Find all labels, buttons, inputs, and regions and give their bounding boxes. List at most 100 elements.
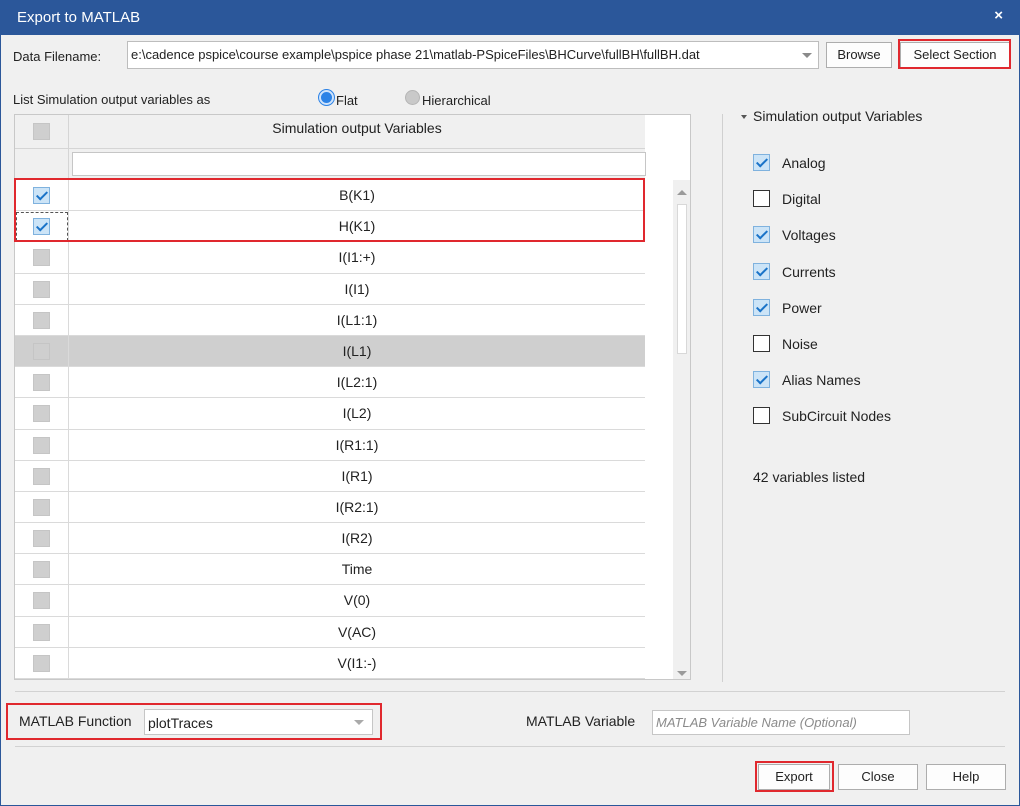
- table-row[interactable]: I(R1:1): [15, 429, 645, 461]
- filters-title: Simulation output Variables: [753, 108, 923, 124]
- table-row[interactable]: V(0): [15, 585, 645, 617]
- variable-name: I(L1): [342, 342, 372, 359]
- filter-option-label: Alias Names: [782, 372, 861, 389]
- variable-name: H(K1): [338, 218, 376, 235]
- collapse-triangle-icon[interactable]: [741, 115, 747, 119]
- divider-top: [15, 691, 1005, 692]
- row-checkbox-cell: [15, 523, 69, 554]
- grid-filter-row: [15, 149, 646, 180]
- filter-checkbox[interactable]: [753, 226, 770, 244]
- variable-name: I(I1:+): [338, 249, 376, 266]
- matlab-variable-input[interactable]: [652, 710, 910, 735]
- filter-checkbox[interactable]: [753, 190, 770, 208]
- matlab-function-combo[interactable]: plotTraces: [144, 709, 373, 735]
- row-checkbox[interactable]: [33, 623, 50, 641]
- row-checkbox-cell: [15, 304, 69, 335]
- filter-checkbox[interactable]: [753, 371, 770, 389]
- filter-checkbox[interactable]: [753, 154, 770, 171]
- row-checkbox[interactable]: [33, 187, 50, 204]
- list-as-label: List Simulation output variables as: [13, 92, 211, 107]
- data-filename-value: e:\cadence pspice\course example\pspice …: [131, 47, 700, 62]
- row-checkbox[interactable]: [33, 654, 50, 672]
- table-row[interactable]: I(L2:1): [15, 367, 645, 399]
- table-row[interactable]: I(L1:1): [15, 304, 645, 336]
- filter-option-label: Voltages: [782, 227, 836, 244]
- table-row[interactable]: I(L1): [15, 335, 645, 368]
- divider-bottom: [15, 746, 1005, 747]
- export-to-matlab-dialog: Export to MATLAB × Data Filename: e:\cad…: [0, 0, 1020, 806]
- table-row[interactable]: I(I1): [15, 273, 645, 305]
- table-row[interactable]: B(K1): [15, 180, 645, 212]
- filter-checkbox[interactable]: [753, 407, 770, 425]
- title-bar: Export to MATLAB ×: [1, 1, 1019, 35]
- filter-checkbox-cell: [15, 149, 69, 180]
- table-row[interactable]: V(AC): [15, 616, 645, 648]
- chevron-down-icon[interactable]: [802, 53, 812, 58]
- row-checkbox[interactable]: [33, 467, 50, 485]
- variables-grid: Simulation output Variables B(K1) H(K1) I(…: [14, 114, 691, 680]
- table-row[interactable]: H(K1): [15, 211, 645, 243]
- table-row[interactable]: I(R2): [15, 523, 645, 555]
- row-checkbox-cell: [15, 211, 69, 242]
- select-all-checkbox[interactable]: [33, 123, 50, 140]
- close-icon[interactable]: ×: [994, 7, 1003, 24]
- row-checkbox[interactable]: [33, 280, 50, 298]
- table-row[interactable]: Time: [15, 554, 645, 586]
- matlab-function-label: MATLAB Function: [19, 713, 132, 729]
- chevron-down-icon[interactable]: [354, 720, 364, 725]
- table-row[interactable]: V(I1:-): [15, 647, 645, 679]
- close-button[interactable]: Close: [838, 764, 918, 790]
- scroll-up-icon[interactable]: [677, 190, 687, 195]
- variable-name: I(R1): [341, 467, 373, 484]
- row-checkbox[interactable]: [33, 311, 50, 329]
- row-checkbox-cell: [15, 273, 69, 304]
- filter-option-label: Currents: [782, 263, 836, 280]
- row-checkbox[interactable]: [33, 436, 50, 454]
- row-checkbox[interactable]: [33, 218, 50, 236]
- variable-name: I(R2:1): [335, 498, 379, 515]
- browse-button[interactable]: Browse: [826, 42, 892, 68]
- grid-rows: B(K1) H(K1) I(I1:+) I(I1) I(L1:1) I(L1) I(L2:1…: [15, 180, 645, 679]
- row-checkbox-cell: [15, 335, 69, 367]
- row-checkbox[interactable]: [33, 530, 50, 548]
- row-checkbox[interactable]: [33, 405, 50, 423]
- variable-filter-input[interactable]: [72, 152, 646, 176]
- variable-name: I(L2): [342, 405, 372, 422]
- grid-scrollbar[interactable]: [673, 180, 690, 679]
- data-filename-combo[interactable]: e:\cadence pspice\course example\pspice …: [127, 41, 819, 69]
- row-checkbox-cell: [15, 554, 69, 585]
- row-checkbox-cell: [15, 367, 69, 398]
- row-checkbox-cell: [15, 242, 69, 273]
- variable-name: I(R1:1): [335, 436, 379, 453]
- table-row[interactable]: I(I1:+): [15, 242, 645, 274]
- variable-name: I(L1:1): [336, 311, 378, 328]
- row-checkbox-cell: [15, 491, 69, 523]
- row-checkbox[interactable]: [33, 342, 50, 360]
- panel-divider: [722, 114, 723, 682]
- export-button[interactable]: Export: [758, 764, 830, 790]
- row-checkbox-cell: [15, 460, 69, 491]
- filter-checkbox[interactable]: [753, 262, 770, 280]
- row-checkbox-cell: [15, 585, 69, 616]
- matlab-function-value: plotTraces: [148, 715, 213, 731]
- variable-name: I(I1): [344, 280, 370, 297]
- radio-selected-icon: [319, 90, 334, 105]
- filter-option-label: Power: [782, 299, 822, 316]
- header-checkbox-cell: [15, 115, 69, 149]
- row-checkbox[interactable]: [33, 592, 50, 610]
- filter-checkbox[interactable]: [753, 335, 770, 352]
- scroll-down-icon[interactable]: [677, 671, 687, 676]
- table-row[interactable]: I(L2): [15, 398, 645, 430]
- filter-checkbox[interactable]: [753, 298, 770, 316]
- help-button[interactable]: Help: [926, 764, 1006, 790]
- table-row[interactable]: I(R2:1): [15, 491, 645, 524]
- row-checkbox-cell: [15, 180, 69, 211]
- row-checkbox[interactable]: [33, 374, 50, 392]
- row-checkbox[interactable]: [33, 249, 50, 267]
- scroll-thumb[interactable]: [677, 204, 687, 354]
- row-checkbox[interactable]: [33, 561, 50, 579]
- column-header-variables[interactable]: Simulation output Variables: [69, 115, 645, 149]
- table-row[interactable]: I(R1): [15, 460, 645, 492]
- row-checkbox[interactable]: [33, 498, 50, 516]
- select-section-button[interactable]: Select Section: [900, 42, 1010, 68]
